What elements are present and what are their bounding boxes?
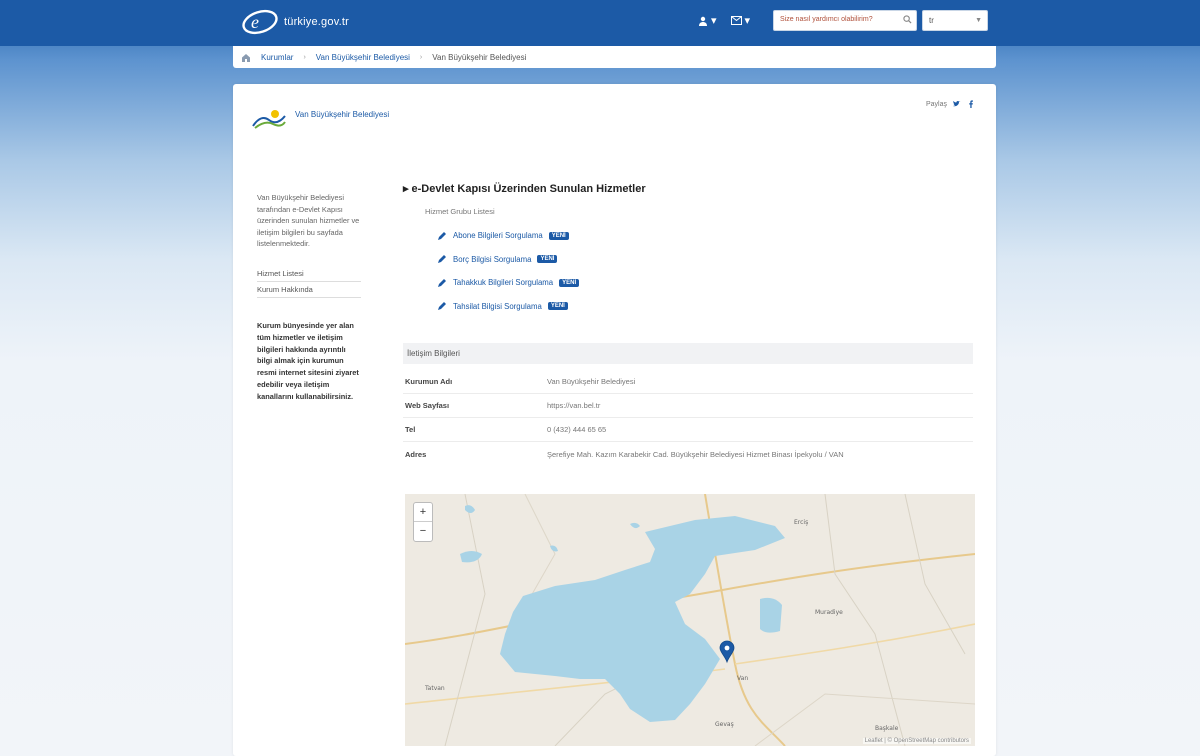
contact-value: 0 (432) 444 65 65 (547, 425, 607, 434)
map-attribution[interactable]: Leaflet | © OpenStreetMap contributors (862, 738, 971, 744)
institution-logo (252, 110, 286, 129)
service-link-icon (438, 278, 446, 287)
sidebar-link[interactable]: Hizmet Listesi (257, 266, 361, 282)
contact-value: Van Büyükşehir Belediyesi (547, 377, 636, 386)
map-zoom-control: + − (413, 502, 433, 542)
map-canvas[interactable]: Erciş Muradiye Van Gevaş Tatvan Başkale (405, 494, 975, 746)
mail-menu[interactable]: ▾ (730, 14, 751, 27)
breadcrumb-current: Van Büyükşehir Belediyesi (432, 52, 527, 62)
contact-row: Adres Şerefiye Mah. Kazım Karabekir Cad.… (403, 442, 973, 466)
content: ▸ e-Devlet Kapısı Üzerinden Sunulan Hizm… (403, 182, 973, 466)
search-icon[interactable] (903, 15, 912, 24)
user-icon (699, 16, 707, 26)
breadcrumb-item[interactable]: Kurumlar (261, 53, 293, 62)
sidebar-link[interactable]: Kurum Hakkında (257, 282, 361, 298)
contact-key: Adres (405, 449, 427, 459)
share-bar: Paylaş (926, 100, 975, 108)
map-place-label: Gevaş (715, 721, 734, 728)
new-badge: YENİ (548, 231, 569, 240)
service-label[interactable]: Tahsilat Bilgisi Sorgulama (453, 302, 542, 311)
service-label[interactable]: Abone Bilgileri Sorgulama (453, 231, 543, 240)
contact-key: Kurumun Adı (405, 377, 453, 386)
contact-row: Web Sayfası https://van.bel.tr (403, 394, 973, 418)
services-title: ▸ e-Devlet Kapısı Üzerinden Sunulan Hizm… (403, 182, 973, 196)
language-value: tr (929, 16, 934, 25)
contact-table: Kurumun Adı Van Büyükşehir Belediyesi We… (403, 370, 973, 466)
location-map[interactable]: Erciş Muradiye Van Gevaş Tatvan Başkale … (405, 494, 975, 746)
map-place-label: Erciş (794, 519, 808, 526)
institution-name: Van Büyükşehir Belediyesi (295, 110, 390, 119)
logo-swirl-icon: e (242, 9, 278, 35)
main-panel: Van Büyükşehir Belediyesi Paylaş Van Büy… (233, 84, 996, 756)
site-logo[interactable]: e türkiye.gov.tr (240, 6, 349, 38)
contact-heading: İletişim Bilgileri (403, 343, 973, 364)
services-subtitle: Hizmet Grubu Listesi (425, 207, 495, 216)
new-badge: YENİ (559, 278, 580, 287)
map-place-label: Muradiye (815, 609, 843, 616)
user-menu[interactable]: ▾ (698, 14, 717, 27)
sidebar-links: Hizmet Listesi Kurum Hakkında (257, 266, 361, 298)
chevron-down-icon: ▾ (744, 15, 751, 27)
zoom-out-button[interactable]: − (414, 522, 432, 541)
contact-row: Kurumun Adı Van Büyükşehir Belediyesi (403, 370, 973, 394)
chevron-down-icon: ▼ (975, 17, 982, 24)
new-badge: YENİ (547, 302, 568, 311)
sidebar: Van Büyükşehir Belediyesi tarafından e-D… (257, 192, 361, 403)
facebook-icon[interactable] (967, 100, 975, 108)
service-link-icon (438, 255, 446, 264)
sidebar-note: Kurum bünyesinde yer alan tüm hizmetler … (257, 320, 359, 401)
breadcrumb-separator: › (303, 53, 306, 61)
top-header: e türkiye.gov.tr ▾ ▾ Size nasıl yardımcı… (0, 0, 1200, 46)
language-select[interactable]: tr ▼ (922, 10, 988, 31)
search-placeholder: Size nasıl yardımcı olabilirim? (780, 16, 873, 23)
contact-value[interactable]: https://van.bel.tr (547, 401, 600, 410)
map-place-label: Başkale (875, 725, 899, 732)
svg-text:e: e (251, 12, 259, 32)
contact-value: Şerefiye Mah. Kazım Karabekir Cad. Büyük… (547, 449, 844, 459)
contact-row: Tel 0 (432) 444 65 65 (403, 418, 973, 442)
service-item[interactable]: Borç Bilgisi Sorgulama YENİ (437, 248, 973, 272)
search-input[interactable]: Size nasıl yardımcı olabilirim? (773, 10, 917, 31)
bullet-icon: ▸ (403, 183, 409, 195)
chevron-down-icon: ▾ (711, 15, 717, 27)
service-link-icon (438, 302, 446, 311)
service-link-icon (438, 231, 446, 240)
share-label: Paylaş (926, 100, 948, 108)
service-list: Abone Bilgileri Sorgulama YENİ Borç Bilg… (437, 224, 973, 318)
new-badge: YENİ (537, 255, 558, 264)
logo-text: türkiye.gov.tr (284, 16, 349, 28)
mail-icon (730, 16, 742, 25)
breadcrumb-separator: › (419, 53, 423, 61)
breadcrumb: Kurumlar › Van Büyükşehir Belediyesi › V… (233, 46, 996, 68)
service-item[interactable]: Abone Bilgileri Sorgulama YENİ (437, 224, 973, 248)
contact-key: Tel (405, 425, 416, 434)
home-icon[interactable] (241, 53, 251, 62)
service-label[interactable]: Tahakkuk Bilgileri Sorgulama (453, 278, 553, 287)
service-label[interactable]: Borç Bilgisi Sorgulama (453, 255, 531, 264)
service-item[interactable]: Tahakkuk Bilgileri Sorgulama YENİ (437, 271, 973, 295)
map-place-label: Van (737, 675, 748, 682)
zoom-in-button[interactable]: + (414, 503, 432, 522)
service-item[interactable]: Tahsilat Bilgisi Sorgulama YENİ (437, 295, 973, 319)
breadcrumb-item[interactable]: Van Büyükşehir Belediyesi (316, 53, 410, 62)
twitter-icon[interactable] (953, 100, 961, 108)
contact-key: Web Sayfası (405, 401, 450, 410)
services-title-text: e-Devlet Kapısı Üzerinden Sunulan Hizmet… (411, 182, 646, 195)
sidebar-description: Van Büyükşehir Belediyesi tarafından e-D… (257, 193, 360, 249)
map-place-label: Tatvan (424, 685, 445, 692)
